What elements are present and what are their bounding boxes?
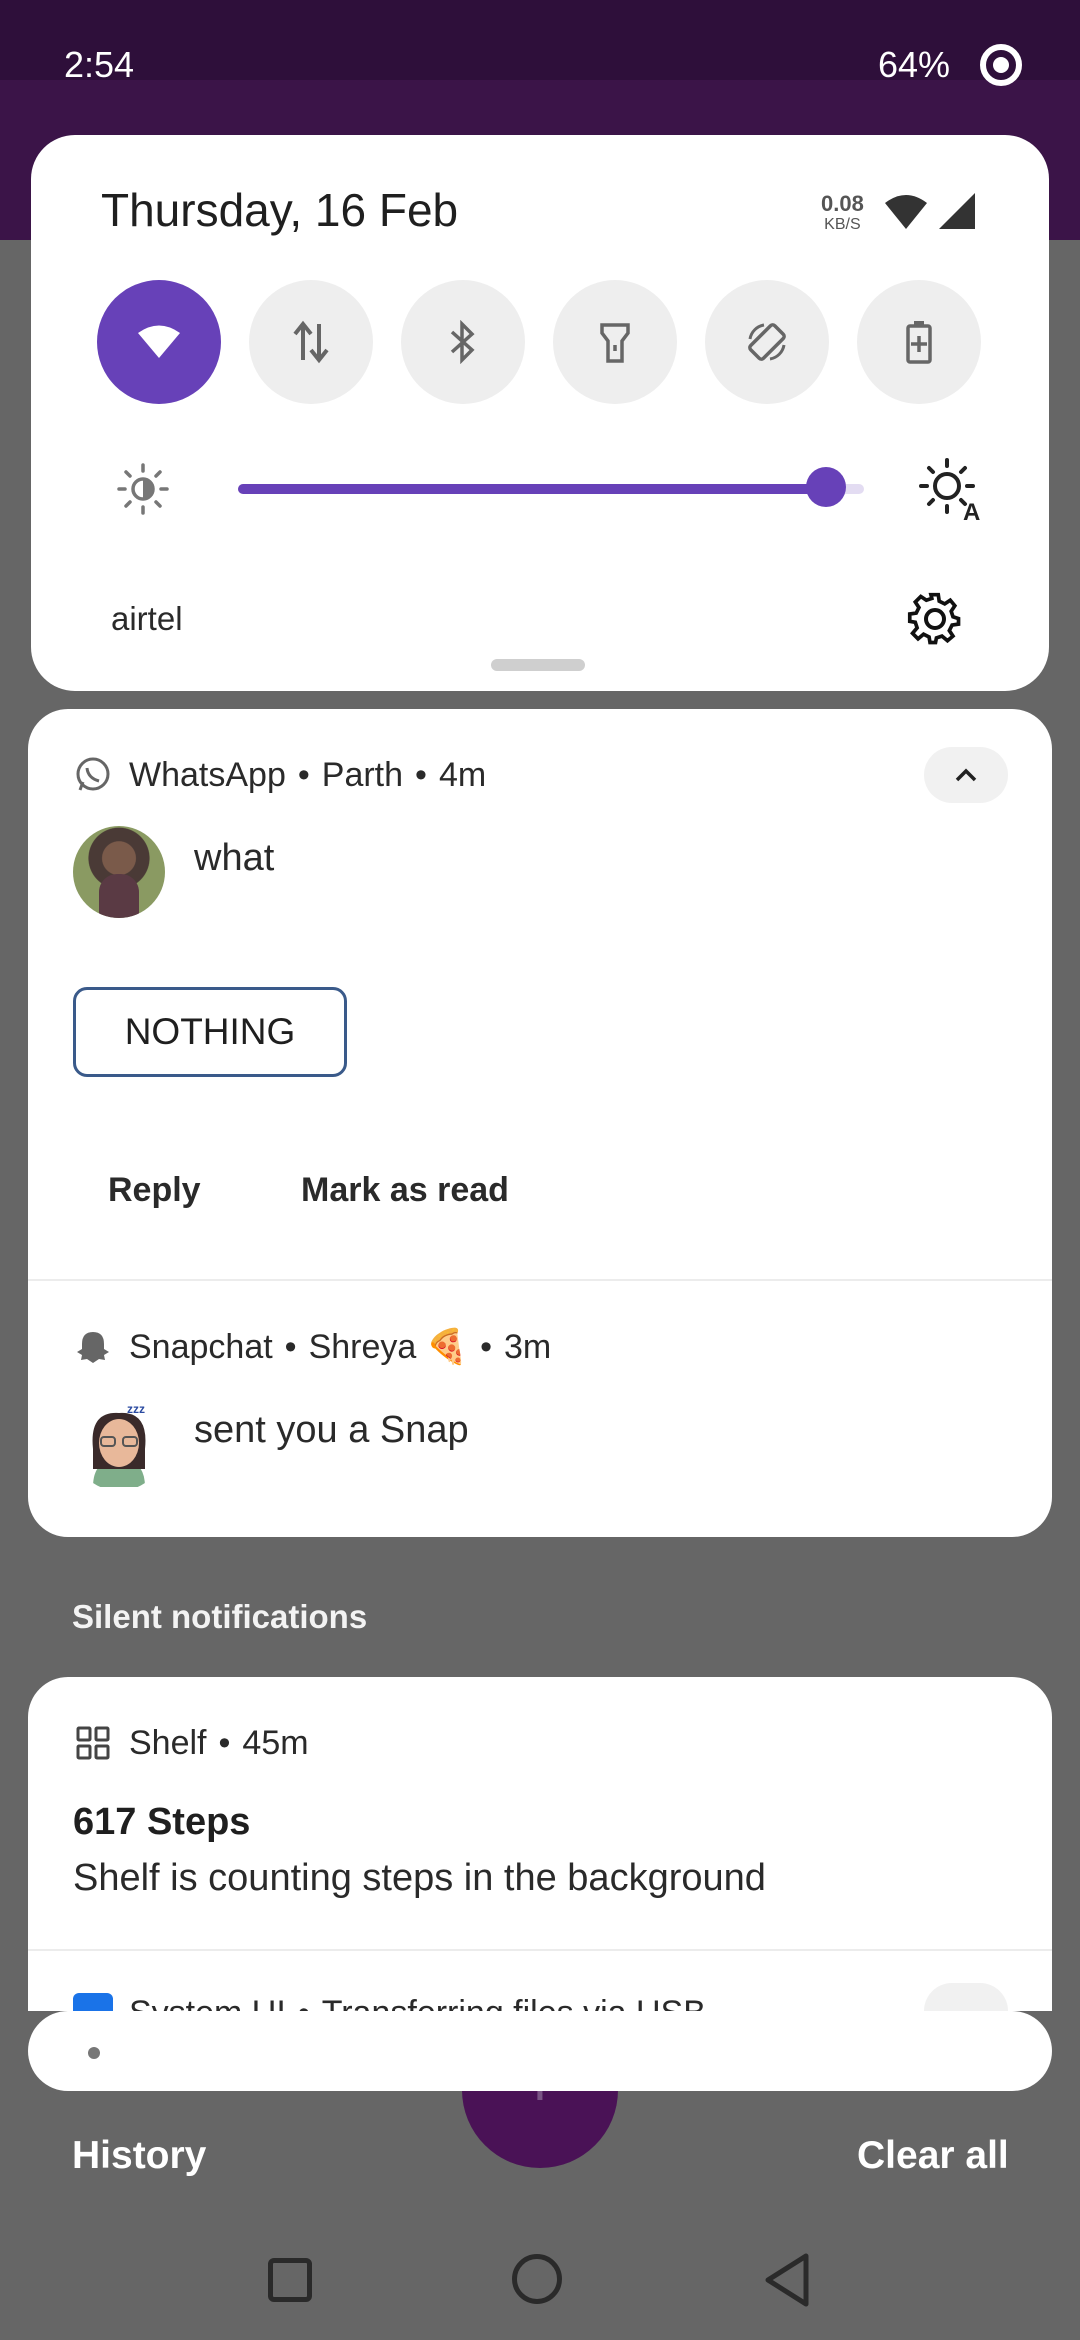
notification-overflow-shelf[interactable] [28, 2011, 1052, 2091]
clear-all-button[interactable]: Clear all [857, 2134, 1009, 2178]
overflow-dot-icon [88, 2047, 100, 2059]
wifi-tile[interactable] [97, 280, 221, 404]
notification-divider [28, 1279, 1052, 1281]
settings-gear-icon[interactable] [907, 591, 963, 647]
cell-signal-icon [939, 193, 975, 229]
snapchat-sender: Shreya 🍕 [308, 1328, 469, 1366]
smart-reply-chip[interactable]: NOTHING [73, 987, 347, 1077]
brightness-slider-fill [238, 484, 826, 494]
mark-as-read-action[interactable]: Mark as read [301, 1171, 509, 1210]
status-battery-percent: 64% [877, 44, 950, 85]
shelf-app-name: Shelf [129, 1723, 207, 1762]
usb-icon [73, 1993, 113, 2011]
whatsapp-time: 4m [438, 755, 487, 794]
chevron-up-icon [955, 768, 977, 782]
expand-button[interactable] [924, 1983, 1008, 2011]
shelf-time: 45m [242, 1723, 309, 1762]
quick-settings-panel: Thursday, 16 Feb 0.08 KB/S A airtel [31, 135, 1049, 691]
snapchat-ghost-icon [73, 1327, 113, 1367]
wifi-signal-icon [885, 195, 927, 229]
mobile-data-icon [293, 320, 329, 364]
shelf-title: 617 Steps [73, 1801, 251, 1843]
brightness-low-icon [117, 463, 169, 515]
wifi-icon [138, 325, 180, 358]
snapchat-message: sent you a Snap [194, 1409, 469, 1451]
home-button[interactable] [512, 2254, 562, 2304]
shelf-widgets-icon [73, 1723, 113, 1763]
svg-text:zzz: zzz [127, 1402, 145, 1416]
whatsapp-icon [73, 755, 113, 795]
whatsapp-notification-header[interactable]: WhatsApp • Parth • 4m [73, 755, 486, 795]
notification-divider [28, 1949, 1052, 1951]
flashlight-icon [600, 323, 630, 363]
mobile-data-tile[interactable] [249, 280, 373, 404]
whatsapp-sender: Parth [321, 755, 404, 794]
flashlight-tile[interactable] [553, 280, 677, 404]
system-ui-notification-header[interactable]: System UI • Transferring files via USB [73, 1993, 706, 2011]
auto-rotate-icon [748, 323, 786, 361]
shelf-text: Shelf is counting steps in the backgroun… [73, 1857, 766, 1899]
battery-saver-tile[interactable] [857, 280, 981, 404]
notification-card-silent: Shelf • 45m 617 Steps Shelf is counting … [28, 1677, 1052, 2011]
history-button[interactable]: History [72, 2134, 206, 2178]
network-speed-unit: KB/S [824, 216, 861, 233]
snapchat-notification-header[interactable]: Snapchat • Shreya 🍕 • 3m [73, 1327, 551, 1367]
recent-apps-button[interactable] [268, 2258, 312, 2302]
system-ui-text: Transferring files via USB [322, 1994, 706, 2012]
notification-card-alerting: WhatsApp • Parth • 4m what NOTHING Reply… [28, 709, 1052, 1537]
whatsapp-app-name: WhatsApp [129, 755, 286, 794]
whatsapp-message: what [194, 837, 275, 879]
battery-ring-icon [980, 44, 1022, 86]
qs-date: Thursday, 16 Feb [101, 184, 459, 236]
carrier-name: airtel [111, 600, 183, 637]
bluetooth-tile[interactable] [401, 280, 525, 404]
shelf-notification-header[interactable]: Shelf • 45m [73, 1723, 309, 1763]
brightness-slider-thumb[interactable] [806, 467, 846, 507]
status-time: 2:54 [64, 44, 135, 85]
auto-brightness-icon[interactable]: A [919, 458, 983, 522]
reply-action[interactable]: Reply [108, 1171, 201, 1210]
bluetooth-icon [450, 320, 475, 364]
network-speed: 0.08 KB/S [821, 193, 864, 233]
battery-saver-icon [906, 321, 932, 364]
network-speed-value: 0.08 [821, 191, 864, 216]
auto-rotate-tile[interactable] [705, 280, 829, 404]
status-bar: 2:54 64% [0, 0, 1080, 135]
snapchat-time: 3m [504, 1327, 552, 1366]
panel-drag-handle[interactable] [491, 659, 585, 671]
svg-text:A: A [963, 499, 980, 522]
collapse-button[interactable] [924, 747, 1008, 803]
system-ui-app-name: System UI [129, 1994, 286, 2012]
brightness-slider[interactable] [238, 467, 864, 507]
bitmoji-avatar: zzz [73, 1399, 165, 1491]
snapchat-app-name: Snapchat [129, 1327, 273, 1366]
silent-notifications-label: Silent notifications [72, 1598, 368, 1635]
sender-avatar [73, 826, 165, 918]
back-button[interactable] [762, 2252, 810, 2308]
